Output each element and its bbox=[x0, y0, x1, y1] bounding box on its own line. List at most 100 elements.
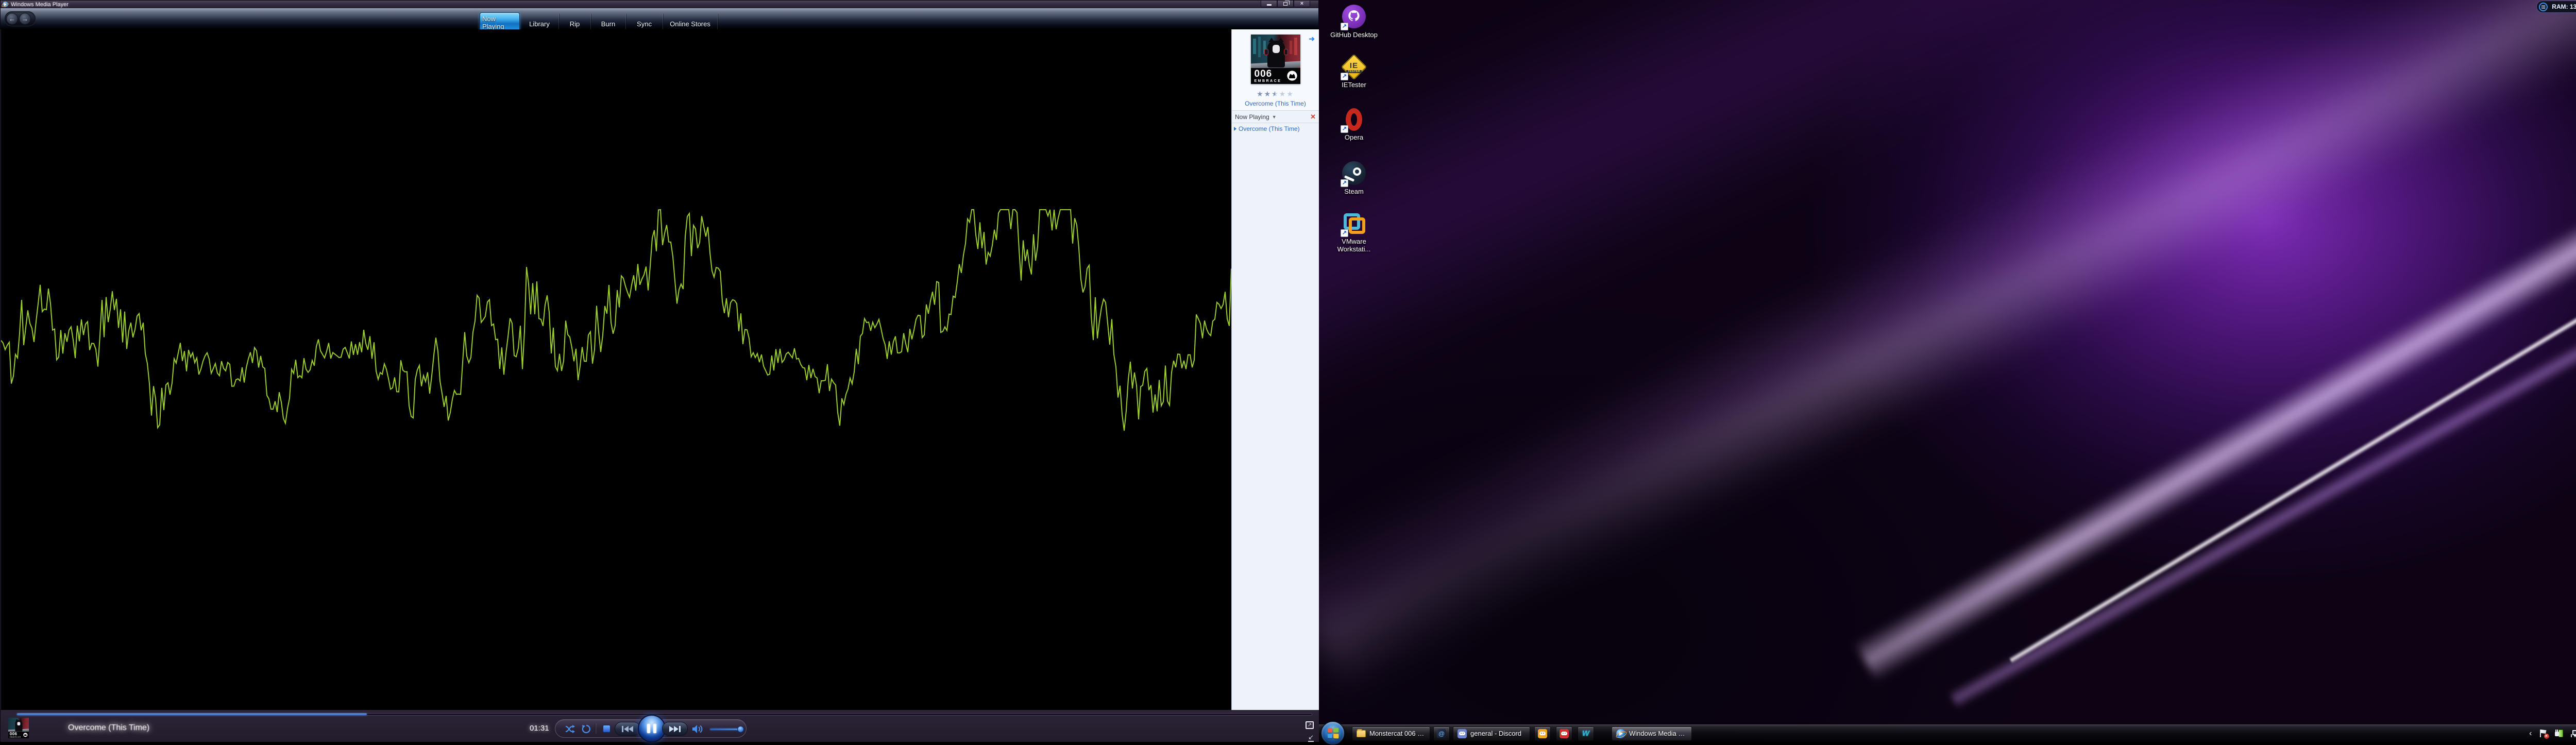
desktop-icon-recycle-bin[interactable]: ♻ Recycle Bin bbox=[2566, 681, 2576, 715]
steam-icon: ↗ bbox=[1342, 161, 1366, 186]
performance-overlay: ▥ RAM: 13% CPU: 7% + bbox=[2537, 1, 2576, 12]
wallpaper-vignette bbox=[1319, 0, 2576, 742]
wmp-toolbar: ← → Now Playing Library Rip Burn Sync On… bbox=[1, 8, 1318, 29]
forward-button[interactable]: → bbox=[19, 13, 31, 25]
desktop-icon-label: Steam bbox=[1324, 188, 1384, 195]
shortcut-arrow-icon: ↗ bbox=[1341, 23, 1348, 30]
shortcut-arrow-icon: ↗ bbox=[1341, 125, 1348, 133]
github-desktop-icon: ↗ bbox=[1342, 5, 1366, 29]
album-number: 006 bbox=[1255, 69, 1273, 80]
close-pane-icon[interactable]: ✕ bbox=[1310, 113, 1316, 121]
playlist-header: Now Playing ▼ ✕ bbox=[1232, 111, 1319, 123]
desktop-icon-label: Recycle Bin bbox=[2566, 707, 2576, 715]
taskbar-button-label: Monstercat 006 - Em... bbox=[1369, 730, 1426, 737]
minimize-button[interactable] bbox=[1261, 1, 1277, 7]
restore-button[interactable] bbox=[1277, 1, 1294, 7]
error-badge-icon: × bbox=[2544, 734, 2549, 739]
action-center-flag-icon[interactable]: × bbox=[2539, 729, 2548, 738]
pause-bar-icon bbox=[647, 724, 650, 733]
wmp-titlebar[interactable]: Windows Media Player × bbox=[1, 1, 1318, 8]
tab-label: Sync bbox=[637, 20, 652, 28]
wmp-window: Windows Media Player × ← → Now Playing L… bbox=[0, 0, 1319, 742]
transport-bar: 006 EMBRACE Overcome (This Time) 01:31 bbox=[1, 710, 1319, 742]
queue-item[interactable]: Overcome (This Time) bbox=[1232, 123, 1319, 134]
desktop-wallpaper: ↗ GitHub Desktop IE TESTER ↗ IETester ↗ … bbox=[1319, 0, 2576, 742]
navigation-buttons: ← → bbox=[5, 11, 36, 26]
taskbar-button-wmp[interactable]: Windows Media Player bbox=[1612, 726, 1692, 740]
discord-ptb-icon bbox=[1538, 729, 1547, 738]
ietester-tester-text: TESTER bbox=[1346, 70, 1362, 73]
pause-bar-icon bbox=[653, 724, 656, 733]
monitor-gauge-icon[interactable]: ▥ bbox=[2539, 3, 2548, 11]
desktop-icon-steam[interactable]: ↗ Steam bbox=[1324, 161, 1384, 195]
next-button[interactable] bbox=[662, 722, 688, 736]
desktop-icon-label: Opera bbox=[1324, 133, 1384, 141]
now-playing-indicator-icon bbox=[1234, 127, 1236, 131]
taskbar-button-discord-canary[interactable] bbox=[1556, 726, 1572, 740]
taskbar-button-discord-ptb[interactable] bbox=[1534, 726, 1551, 740]
seek-bar[interactable] bbox=[16, 713, 1312, 716]
queue-item-title: Overcome (This Time) bbox=[1239, 125, 1300, 132]
scope-waveform bbox=[1, 29, 1231, 710]
tab-label: Online Stores bbox=[670, 20, 710, 28]
volume-knob[interactable] bbox=[737, 726, 744, 733]
close-button[interactable]: × bbox=[1294, 1, 1310, 7]
view-full-screen-button[interactable]: ↗ bbox=[1306, 721, 1314, 729]
taskbar-button-mail-app[interactable]: @ bbox=[1433, 726, 1450, 740]
w-app-icon: W bbox=[1581, 729, 1590, 738]
window-title: Windows Media Player bbox=[11, 2, 69, 8]
tab-label: Rip bbox=[570, 20, 580, 28]
taskbar-button-w-app[interactable]: W bbox=[1578, 726, 1594, 740]
taskbar-button-discord[interactable]: general - Discord bbox=[1453, 726, 1530, 740]
volume-slider[interactable] bbox=[710, 729, 742, 730]
pause-button[interactable] bbox=[638, 715, 666, 742]
now-playing-pane: ➜ 006 EMBRACE bbox=[1231, 29, 1319, 710]
switch-to-compact-mode-button[interactable]: ↙ bbox=[1308, 733, 1314, 741]
album-art-character bbox=[1267, 41, 1285, 67]
playlist-title[interactable]: Now Playing bbox=[1235, 113, 1269, 121]
power-plug-icon[interactable] bbox=[2555, 729, 2564, 738]
album-name: EMBRACE bbox=[10, 736, 21, 738]
panel-arrow-icon[interactable]: ➜ bbox=[1309, 35, 1315, 43]
album-art-band: 006 EMBRACE bbox=[1251, 68, 1300, 84]
desktop-icon-vmware-workstation[interactable]: ↗ VMware Workstati... bbox=[1324, 211, 1384, 253]
mail-app-icon: @ bbox=[1437, 729, 1446, 738]
start-button[interactable] bbox=[1321, 721, 1345, 745]
shuffle-button[interactable] bbox=[565, 724, 576, 734]
album-art-zone: ➜ 006 EMBRACE bbox=[1232, 29, 1319, 111]
opera-icon: ↗ bbox=[1342, 107, 1366, 132]
network-icon[interactable] bbox=[2571, 729, 2576, 738]
shortcut-arrow-icon: ↗ bbox=[1341, 73, 1348, 80]
desktop-icon-label: IETester bbox=[1324, 81, 1384, 89]
seek-bar-fill bbox=[17, 714, 367, 715]
playback-controls bbox=[555, 719, 747, 738]
tray-expand-chevron-icon[interactable]: ‹ bbox=[2529, 729, 2532, 738]
previous-button[interactable] bbox=[615, 722, 640, 736]
current-track-link[interactable]: Overcome (This Time) bbox=[1232, 100, 1319, 107]
ram-usage: RAM: 13% bbox=[2552, 3, 2576, 10]
monstercat-logo-icon bbox=[1286, 70, 1298, 81]
stop-button[interactable] bbox=[603, 725, 611, 733]
desktop-icon-ietester[interactable]: IE TESTER ↗ IETester bbox=[1324, 55, 1384, 89]
rating-stars[interactable]: ★★★★★★★★★★ bbox=[1257, 90, 1294, 98]
mute-button[interactable] bbox=[691, 724, 704, 734]
now-playing-thumbnail: 006 EMBRACE bbox=[8, 718, 29, 738]
desktop-icon-opera[interactable]: ↗ Opera bbox=[1324, 107, 1384, 141]
ietester-ie-text: IE bbox=[1350, 61, 1358, 70]
desktop-icon-github-desktop[interactable]: ↗ GitHub Desktop bbox=[1324, 4, 1384, 39]
repeat-button[interactable] bbox=[581, 724, 591, 734]
folder-icon bbox=[1357, 730, 1366, 737]
now-playing-title: Overcome (This Time) bbox=[68, 723, 149, 733]
visualization-area[interactable] bbox=[1, 29, 1231, 710]
ietester-icon: IE TESTER ↗ bbox=[1342, 55, 1366, 79]
taskbar: Monstercat 006 - Em... @ general - Disco… bbox=[1319, 724, 2576, 742]
windows-flag-icon bbox=[1328, 727, 1339, 738]
tab-label: Now Playing bbox=[482, 15, 517, 30]
album-name: EMBRACE bbox=[1255, 79, 1282, 83]
back-button[interactable]: ← bbox=[6, 13, 18, 25]
shortcut-arrow-icon: ↗ bbox=[1341, 179, 1348, 187]
taskbar-button-monstercat-folder[interactable]: Monstercat 006 - Em... bbox=[1352, 726, 1430, 740]
taskbar-button-label: general - Discord bbox=[1470, 730, 1521, 737]
taskbar-button-label: Windows Media Player bbox=[1629, 730, 1687, 737]
chevron-down-icon[interactable]: ▼ bbox=[1272, 114, 1277, 120]
